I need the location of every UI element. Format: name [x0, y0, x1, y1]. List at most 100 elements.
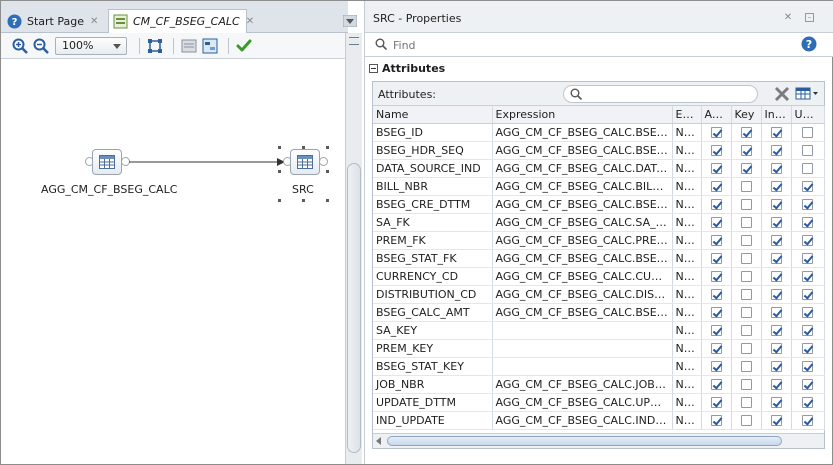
attributes-section-header[interactable]: Attributes: [369, 59, 831, 77]
in-checkbox[interactable]: [770, 253, 782, 264]
table-row[interactable]: PREM_KEY N…: [373, 339, 825, 358]
up-checkbox[interactable]: [802, 343, 813, 354]
table-row[interactable]: JOB_NBR AGG_CM_CF_BSEG_CALC.JOB_NBR N…: [373, 375, 825, 394]
attribute-name-cell[interactable]: BSEG_STAT_KEY: [373, 357, 493, 376]
attribute-name-cell[interactable]: BSEG_ID: [373, 123, 493, 142]
expression-cell[interactable]: AGG_CM_CF_BSEG_CALC.JOB_NBR: [492, 375, 673, 394]
key-checkbox[interactable]: [740, 127, 752, 138]
expression-cell[interactable]: AGG_CM_CF_BSEG_CALC.BSEG_…: [492, 249, 673, 268]
ac-checkbox[interactable]: [710, 271, 722, 282]
close-tab-icon[interactable]: ✕: [246, 16, 254, 27]
scroll-left-icon[interactable]: [376, 437, 381, 445]
selection-handle[interactable]: [302, 146, 305, 149]
delete-icon[interactable]: [774, 86, 790, 105]
key-checkbox[interactable]: [740, 415, 752, 426]
execute-hint-cell[interactable]: N…: [672, 249, 702, 268]
up-checkbox[interactable]: [802, 127, 813, 138]
mapping-canvas[interactable]: AGG_CM_CF_BSEG_CALC SRC: [1, 59, 345, 464]
attribute-name-cell[interactable]: IND_UPDATE: [373, 411, 493, 430]
column-header-name[interactable]: Name: [373, 106, 493, 124]
in-checkbox[interactable]: [770, 271, 782, 282]
key-checkbox[interactable]: [740, 289, 752, 300]
column-header-key[interactable]: Key: [731, 106, 762, 124]
ac-checkbox[interactable]: [710, 199, 722, 210]
table-row[interactable]: IND_UPDATE AGG_CM_CF_BSEG_CALC.IND_U… N…: [373, 411, 825, 430]
key-checkbox[interactable]: [740, 181, 752, 192]
selection-handle[interactable]: [278, 146, 281, 149]
execute-hint-cell[interactable]: N…: [672, 159, 702, 178]
in-checkbox[interactable]: [770, 163, 782, 174]
execute-hint-cell[interactable]: N…: [672, 393, 702, 412]
table-row[interactable]: DATA_SOURCE_IND AGG_CM_CF_BSEG_CALC.DATA_…: [373, 159, 825, 178]
attribute-name-cell[interactable]: DISTRIBUTION_CD: [373, 285, 493, 304]
selection-handle[interactable]: [278, 170, 281, 173]
expression-cell[interactable]: AGG_CM_CF_BSEG_CALC.BILL_N…: [492, 177, 673, 196]
help-icon[interactable]: ?: [801, 36, 817, 55]
validate-check-icon[interactable]: [235, 37, 253, 55]
ac-checkbox[interactable]: [710, 217, 722, 228]
selection-handle[interactable]: [302, 199, 305, 202]
up-checkbox[interactable]: [802, 145, 813, 156]
key-checkbox[interactable]: [740, 343, 752, 354]
up-checkbox[interactable]: [802, 181, 813, 192]
attribute-name-cell[interactable]: JOB_NBR: [373, 375, 493, 394]
key-checkbox[interactable]: [740, 397, 752, 408]
collapse-icon[interactable]: [369, 63, 378, 73]
table-row[interactable]: SA_KEY N…: [373, 321, 825, 340]
ac-checkbox[interactable]: [710, 307, 722, 318]
key-checkbox[interactable]: [740, 307, 752, 318]
up-checkbox[interactable]: [802, 199, 813, 210]
attribute-name-cell[interactable]: PREM_KEY: [373, 339, 493, 358]
ac-checkbox[interactable]: [710, 361, 722, 372]
expression-cell[interactable]: AGG_CM_CF_BSEG_CALC.BSEG_ID: [492, 123, 673, 142]
expression-cell[interactable]: [492, 357, 673, 376]
scrollbar-thumb[interactable]: [347, 163, 361, 453]
key-checkbox[interactable]: [740, 199, 752, 210]
in-checkbox[interactable]: [770, 199, 782, 210]
in-checkbox[interactable]: [770, 217, 782, 228]
up-checkbox[interactable]: [802, 307, 813, 318]
execute-hint-cell[interactable]: N…: [672, 285, 702, 304]
close-icon[interactable]: ✕: [783, 13, 793, 23]
attribute-name-cell[interactable]: BSEG_HDR_SEQ: [373, 141, 493, 160]
attribute-name-cell[interactable]: UPDATE_DTTM: [373, 393, 493, 412]
ac-checkbox[interactable]: [710, 289, 722, 300]
execute-hint-cell[interactable]: N…: [672, 339, 702, 358]
zoom-out-icon[interactable]: [32, 37, 50, 55]
table-row[interactable]: BSEG_STAT_FK AGG_CM_CF_BSEG_CALC.BSEG_… N…: [373, 249, 825, 268]
table-row[interactable]: BSEG_STAT_KEY N…: [373, 357, 825, 376]
up-checkbox[interactable]: [802, 253, 813, 264]
output-port[interactable]: [319, 157, 328, 166]
in-checkbox[interactable]: [770, 289, 782, 300]
key-checkbox[interactable]: [740, 325, 752, 336]
ac-checkbox[interactable]: [710, 397, 722, 408]
table-row[interactable]: UPDATE_DTTM AGG_CM_CF_BSEG_CALC.UPDAT… N…: [373, 393, 825, 412]
table-row[interactable]: SA_FK AGG_CM_CF_BSEG_CALC.SA_FK N…: [373, 213, 825, 232]
key-checkbox[interactable]: [740, 361, 752, 372]
connector-line[interactable]: [129, 157, 289, 167]
ac-checkbox[interactable]: [710, 127, 722, 138]
table-row[interactable]: BSEG_CRE_DTTM AGG_CM_CF_BSEG_CALC.BSEG_… N…: [373, 195, 825, 214]
expression-cell[interactable]: [492, 339, 673, 358]
scrollbar-thumb[interactable]: [387, 436, 782, 446]
key-checkbox[interactable]: [740, 145, 752, 156]
expression-cell[interactable]: AGG_CM_CF_BSEG_CALC.IND_U…: [492, 411, 673, 430]
execute-hint-cell[interactable]: N…: [672, 321, 702, 340]
in-checkbox[interactable]: [770, 127, 782, 138]
key-checkbox[interactable]: [740, 163, 752, 174]
execute-hint-cell[interactable]: N…: [672, 231, 702, 250]
in-checkbox[interactable]: [770, 235, 782, 246]
tab-list-dropdown-icon[interactable]: [342, 14, 358, 28]
expression-cell[interactable]: AGG_CM_CF_BSEG_CALC.BSEG_…: [492, 141, 673, 160]
column-header-insert[interactable]: In…: [761, 106, 792, 124]
expression-cell[interactable]: AGG_CM_CF_BSEG_CALC.CURR…: [492, 267, 673, 286]
key-checkbox[interactable]: [740, 379, 752, 390]
attribute-name-cell[interactable]: BILL_NBR: [373, 177, 493, 196]
up-checkbox[interactable]: [802, 235, 813, 246]
splitter-grip-icon[interactable]: [349, 37, 359, 45]
ac-checkbox[interactable]: [710, 253, 722, 264]
column-header-expression[interactable]: Expression: [492, 106, 673, 124]
attribute-name-cell[interactable]: DATA_SOURCE_IND: [373, 159, 493, 178]
in-checkbox[interactable]: [770, 325, 782, 336]
ac-checkbox[interactable]: [710, 235, 722, 246]
